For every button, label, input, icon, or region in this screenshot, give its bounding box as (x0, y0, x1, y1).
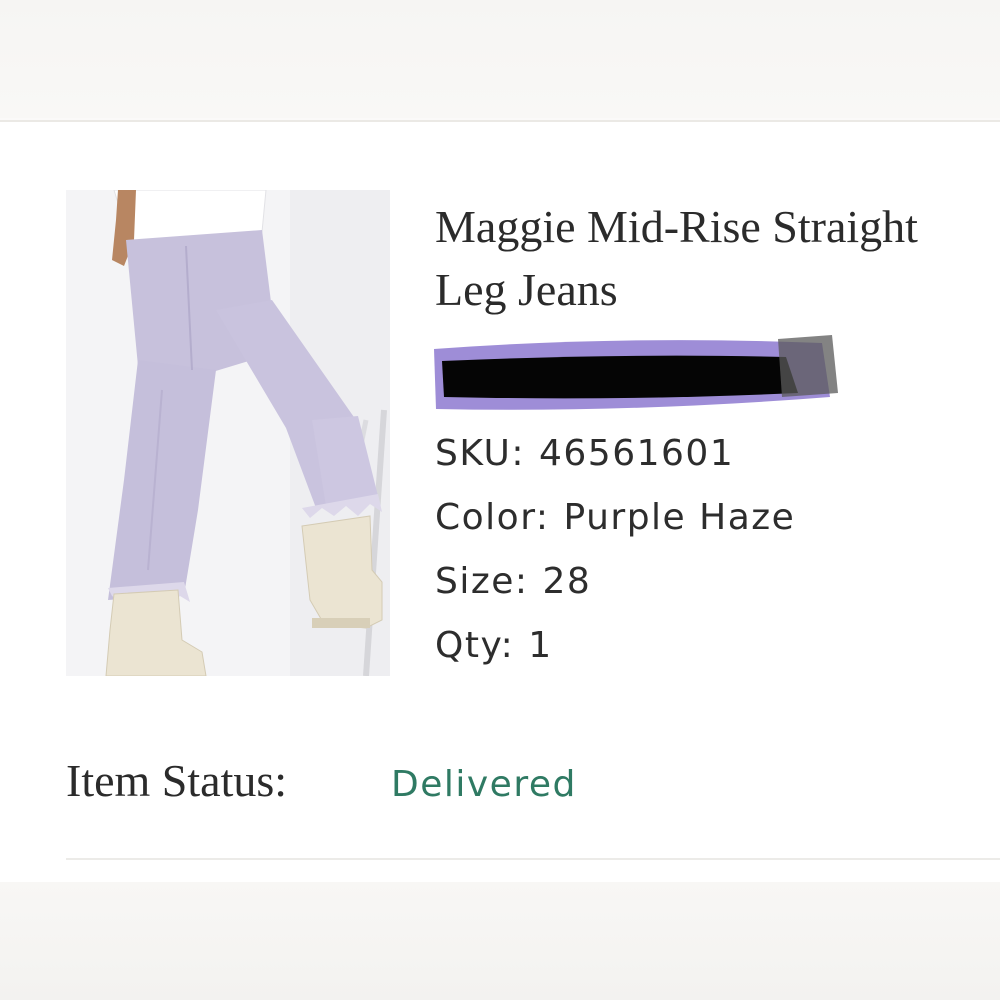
product-image[interactable] (66, 190, 390, 676)
item-status-row: Item Status: Delivered (66, 754, 577, 807)
product-photo-illustration (66, 190, 390, 676)
size-label: Size: (435, 561, 529, 602)
color-row: Color: Purple Haze (435, 494, 795, 558)
product-title-line-1[interactable]: Maggie Mid-Rise Straight (435, 195, 1000, 258)
qty-label: Qty: (435, 625, 515, 666)
sku-label: SKU: (435, 433, 525, 474)
sku-value: 46561601 (538, 433, 735, 474)
item-status-value: Delivered (391, 764, 577, 805)
product-title[interactable]: Maggie Mid-Rise Straight Leg Jeans (435, 195, 1000, 321)
color-label: Color: (435, 497, 550, 538)
order-item-card: Maggie Mid-Rise Straight Leg Jeans SKU: 4… (0, 120, 1000, 882)
divider (66, 858, 1000, 860)
color-value: Purple Haze (563, 497, 796, 538)
qty-value: 1 (528, 625, 553, 666)
item-status-label: Item Status: (66, 755, 288, 806)
qty-row: Qty: 1 (435, 622, 795, 686)
size-value: 28 (542, 561, 592, 602)
bottom-band (0, 882, 1000, 1000)
redaction-scribble (434, 335, 838, 410)
product-details: SKU: 46561601 Color: Purple Haze Size: 28 Q… (435, 430, 795, 686)
product-title-line-2[interactable]: Leg Jeans (435, 258, 1000, 321)
order-item-screen: Maggie Mid-Rise Straight Leg Jeans SKU: 4… (0, 0, 1000, 1000)
size-row: Size: 28 (435, 558, 795, 622)
sku-row: SKU: 46561601 (435, 430, 795, 494)
top-band (0, 0, 1000, 118)
